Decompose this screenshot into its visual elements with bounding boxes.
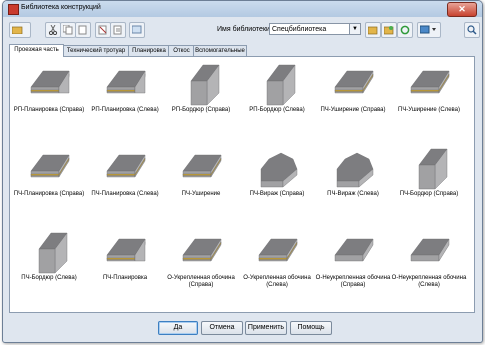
dialog-buttons: Да Отмена Применить Помощь <box>3 319 482 339</box>
refresh-button[interactable] <box>397 22 413 38</box>
construction-item-label: РП-Планировка (Слева) <box>91 107 159 113</box>
help-button[interactable]: Помощь <box>290 321 332 335</box>
construction-preview-icon <box>410 70 450 94</box>
construction-item-label: ПЧ-Планировка <box>102 275 148 281</box>
paste-button[interactable] <box>75 22 91 38</box>
toolbar: Имя библиотеки: Спецбиблиотека ▼ <box>7 20 480 39</box>
view-mode-button[interactable] <box>417 22 441 38</box>
close-button[interactable]: ✕ <box>447 2 477 17</box>
construction-grid: РП-Планировка (Справа) РП-Планировка (Сле… <box>9 56 475 313</box>
construction-item-label: РП-Бордюр (Слева) <box>249 107 305 113</box>
construction-preview-icon <box>182 154 222 178</box>
search-icon <box>467 25 477 35</box>
construction-item[interactable]: ПЧ-Вираж (Слева) <box>314 145 392 215</box>
construction-item-label: РП-Бордюр (Справа) <box>171 107 231 113</box>
delete-icon <box>98 25 107 35</box>
construction-item-label: ПЧ-Бордюр (Слева) <box>21 275 77 281</box>
construction-item[interactable]: РП-Бордюр (Слева) <box>238 61 316 131</box>
construction-item-label: ПЧ-Уширение (Справа) <box>320 107 386 113</box>
construction-item[interactable]: О-Укрепленная обочина (Слева) <box>238 229 316 299</box>
construction-preview-icon <box>106 154 146 178</box>
construction-item[interactable]: О-Неукрепленная обочина (Справа) <box>314 229 392 299</box>
folder-open-button[interactable] <box>9 22 31 38</box>
construction-preview-icon <box>266 64 296 106</box>
construction-item[interactable]: ПЧ-Бордюр (Справа) <box>390 145 468 215</box>
cut-button[interactable] <box>45 22 61 38</box>
construction-item-label: ПЧ-Бордюр (Справа) <box>399 191 459 197</box>
construction-item[interactable]: ПЧ-Планировка (Справа) <box>10 145 88 215</box>
copy-icon <box>63 25 73 35</box>
construction-item-label: ПЧ-Уширение (Слева) <box>398 107 460 113</box>
library-window: Библиотека конструкций ✕ Имя библиотеки:… <box>2 0 483 343</box>
construction-preview-icon <box>190 64 220 106</box>
construction-item-label: ПЧ-Вираж (Слева) <box>327 191 379 197</box>
delete-button[interactable] <box>95 22 111 38</box>
copy-button[interactable] <box>60 22 76 38</box>
construction-preview-icon <box>182 238 222 262</box>
construction-item[interactable]: РП-Планировка (Справа) <box>10 61 88 131</box>
construction-preview-icon <box>30 154 70 178</box>
properties-button[interactable] <box>110 22 126 38</box>
construction-preview-icon <box>410 238 450 262</box>
construction-item[interactable]: ПЧ-Бордюр (Слева) <box>10 229 88 299</box>
chevron-down-icon: ▼ <box>349 24 360 34</box>
construction-item[interactable]: РП-Бордюр (Справа) <box>162 61 240 131</box>
properties-icon <box>113 25 122 35</box>
cut-icon <box>48 25 58 35</box>
construction-item[interactable]: О-Неукрепленная обочина (Слева) <box>390 229 468 299</box>
construction-preview-icon <box>38 232 68 274</box>
construction-item-label: О-Укрепленная обочина (Слева) <box>243 275 311 288</box>
window-title: Библиотека конструкций <box>21 4 101 11</box>
image-view-icon <box>420 25 436 34</box>
tab-roadway[interactable]: Проезжая часть <box>9 44 64 57</box>
construction-item-label: ПЧ-Вираж (Справа) <box>249 191 305 197</box>
construction-item[interactable]: ПЧ-Уширение (Слева) <box>390 61 468 131</box>
edit-library-button[interactable] <box>365 22 381 38</box>
construction-preview-icon <box>334 238 374 262</box>
save-icon <box>384 26 394 35</box>
picture-icon <box>132 25 142 34</box>
refresh-icon <box>400 25 410 35</box>
construction-item-label: О-Неукрепленная обочина (Слева) <box>391 275 467 288</box>
app-icon <box>8 4 19 15</box>
construction-item-label: ПЧ-Планировка (Справа) <box>13 191 85 197</box>
apply-button[interactable]: Применить <box>245 321 287 335</box>
construction-preview-icon <box>30 70 70 94</box>
construction-preview-icon <box>106 70 146 94</box>
pencil-icon <box>368 26 378 35</box>
save-library-button[interactable] <box>381 22 397 38</box>
search-button[interactable] <box>464 22 480 38</box>
construction-item-label: РП-Планировка (Справа) <box>13 107 85 113</box>
construction-item-label: ПЧ-Планировка (Слева) <box>91 191 159 197</box>
image-button[interactable] <box>129 22 145 38</box>
construction-item-label: ПЧ-Уширение <box>181 191 221 197</box>
construction-item-label: О-Неукрепленная обочина (Справа) <box>315 275 391 288</box>
construction-item[interactable]: ПЧ-Уширение (Справа) <box>314 61 392 131</box>
title-bar: Библиотека конструкций ✕ <box>3 1 482 17</box>
construction-item[interactable]: ПЧ-Вираж (Справа) <box>238 145 316 215</box>
library-select[interactable]: Спецбиблиотека ▼ <box>269 23 361 35</box>
construction-item[interactable]: РП-Планировка (Слева) <box>86 61 164 131</box>
construction-item-label: О-Укрепленная обочина (Справа) <box>167 275 235 288</box>
paste-icon <box>78 25 87 35</box>
construction-item[interactable]: ПЧ-Планировка <box>86 229 164 299</box>
construction-preview-icon <box>258 238 298 262</box>
cancel-button[interactable]: Отмена <box>201 321 243 335</box>
construction-item[interactable]: ПЧ-Уширение <box>162 145 240 215</box>
ok-button[interactable]: Да <box>158 321 198 335</box>
construction-preview-icon <box>334 70 374 94</box>
construction-preview-icon <box>106 238 146 262</box>
library-name-label: Имя библиотеки: <box>217 26 272 33</box>
construction-preview-icon <box>418 148 448 190</box>
library-select-value: Спецбиблиотека <box>272 26 327 33</box>
construction-preview-icon <box>336 152 374 188</box>
construction-preview-icon <box>260 152 298 188</box>
construction-item[interactable]: ПЧ-Планировка (Слева) <box>86 145 164 215</box>
folder-open-icon <box>12 26 23 34</box>
construction-item[interactable]: О-Укрепленная обочина (Справа) <box>162 229 240 299</box>
